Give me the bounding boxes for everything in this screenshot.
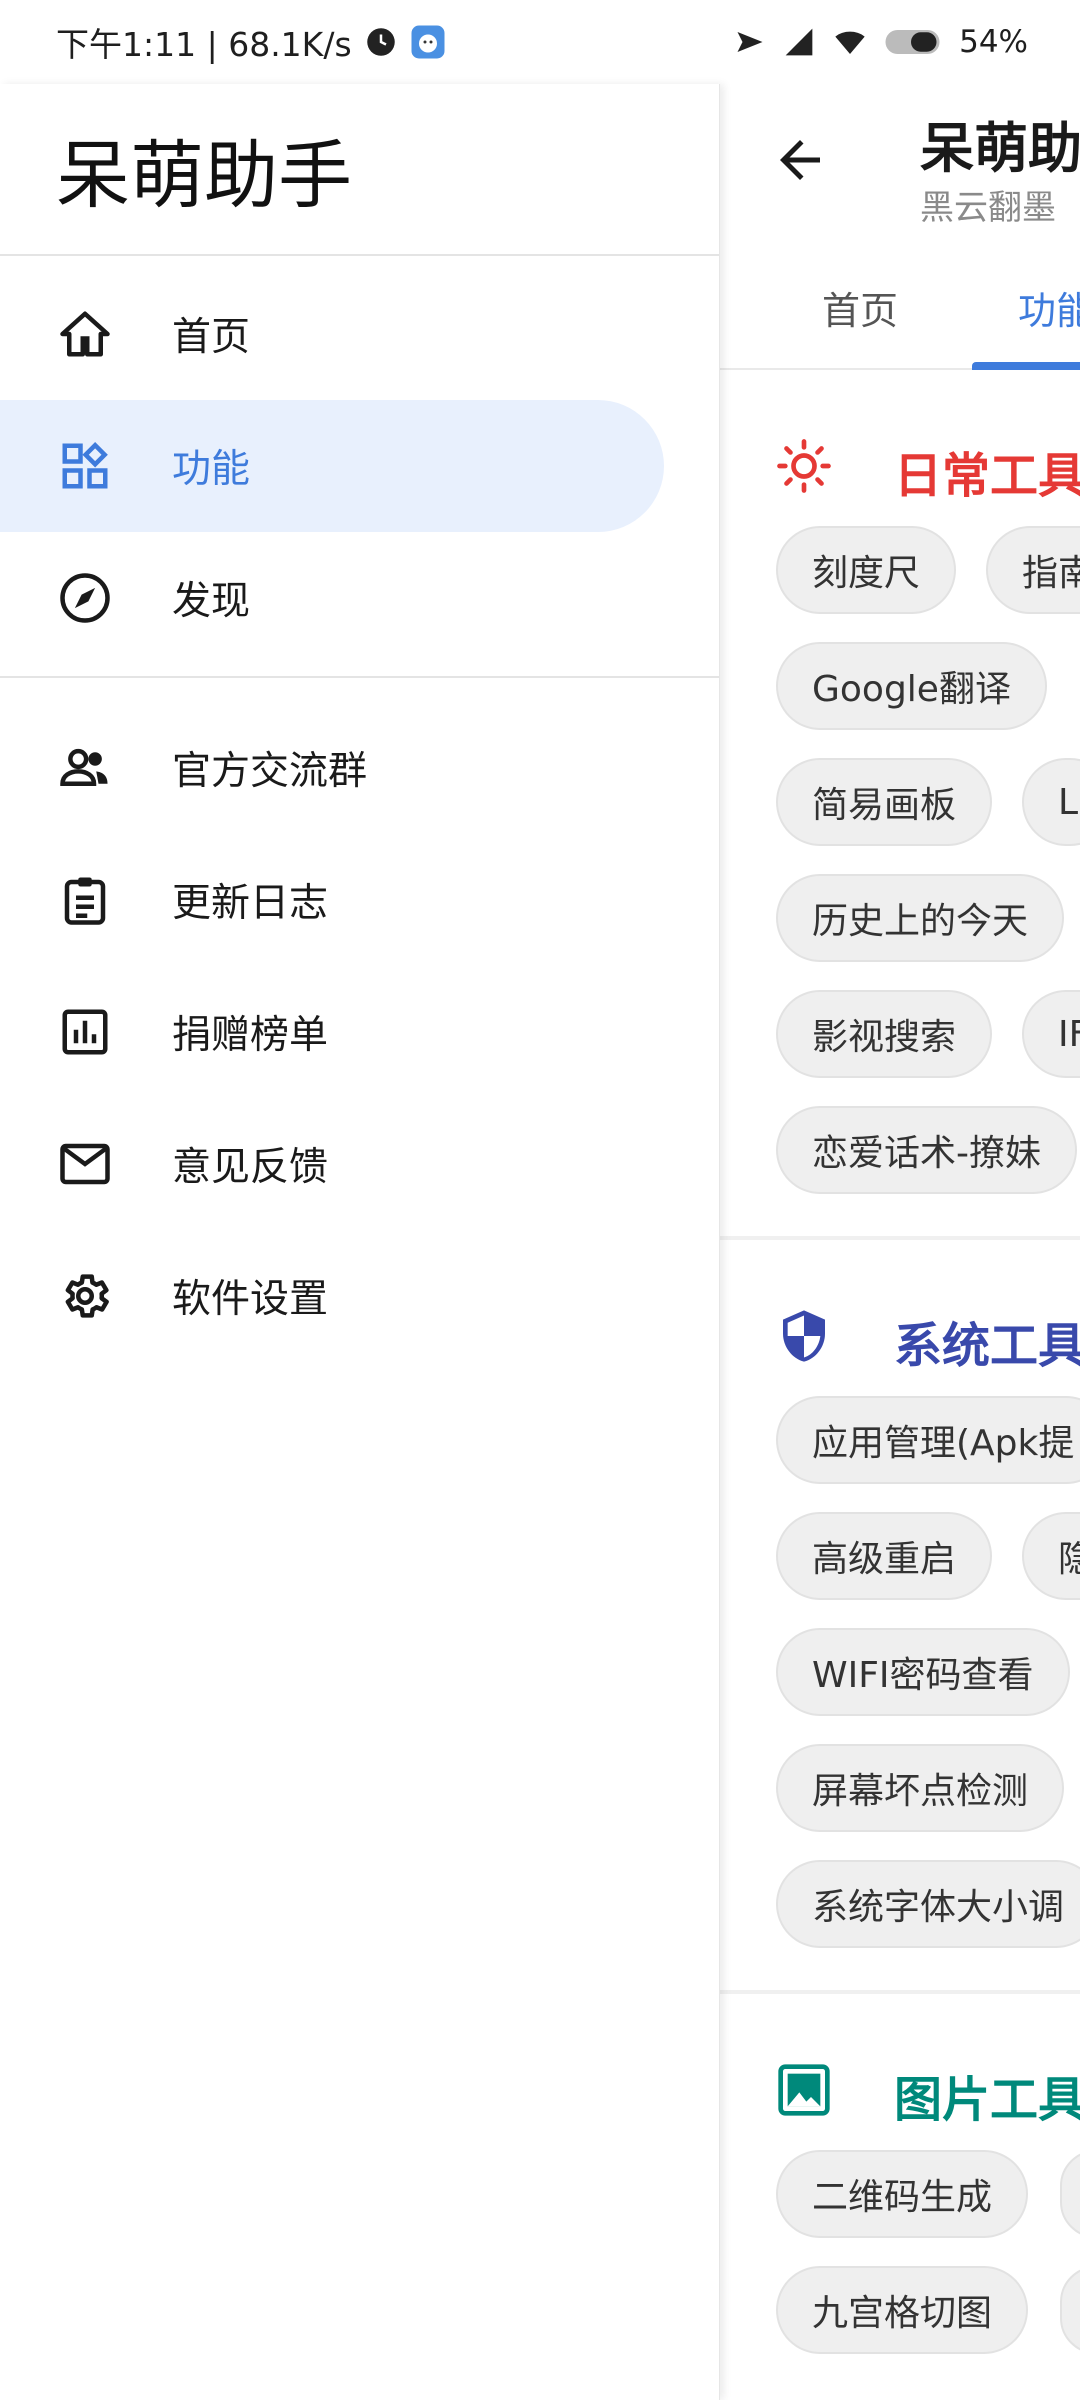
screen-title: 呆萌助 — [920, 117, 1080, 180]
apps-grid-icon — [58, 439, 112, 493]
nav-item-label: 功能 — [172, 447, 251, 492]
wifi-icon — [831, 26, 869, 58]
nav-item-donation-list[interactable]: 捐赠榜单 — [0, 966, 719, 1098]
people-icon — [58, 741, 112, 795]
gear-icon — [58, 1269, 112, 1323]
tool-chip[interactable]: 影视搜索 — [776, 990, 993, 1078]
tool-chip[interactable]: 指南 — [986, 526, 1080, 614]
tool-chip[interactable]: 应用管理(Apk提 — [776, 1396, 1080, 1484]
tab-features[interactable]: 功能 — [1018, 280, 1080, 335]
status-left: 下午1:11 | 68.1K/s — [56, 18, 446, 66]
tool-chip[interactable]: 隐 — [1022, 1512, 1080, 1600]
chip-row: 简易画板 L — [720, 748, 1080, 864]
tool-chip[interactable]: 恋爱话术-撩妹 — [776, 1106, 1077, 1194]
tool-chip[interactable]: L — [1022, 758, 1080, 846]
tool-chip[interactable]: IF — [1022, 990, 1080, 1078]
clock-icon — [366, 27, 396, 57]
chip-row: 刻度尺 指南 — [720, 516, 1080, 632]
nav-item-label: 捐赠榜单 — [172, 1013, 329, 1058]
status-bar: 下午1:11 | 68.1K/s 54% — [0, 0, 1080, 84]
section-title: 图片工具 — [894, 2072, 1080, 2128]
tab-bar: 首页 功能 — [720, 254, 1080, 370]
app-bar: 呆萌助 黑云翻墨 — [720, 84, 1080, 254]
tool-chip[interactable] — [1060, 2266, 1080, 2354]
tool-chip[interactable]: 历史上的今天 — [776, 874, 1065, 962]
battery-percent: 54% — [959, 24, 1028, 60]
section-daily-tools: 日常工具 刻度尺 指南 Google翻译 简易画板 L 历史上的今天 影视搜索 … — [720, 406, 1080, 1240]
signal-icon — [781, 26, 817, 58]
location-arrow-icon — [733, 27, 767, 57]
section-image-tools: 图片工具 二维码生成 九宫格切图 — [720, 2030, 1080, 2372]
tool-chip[interactable]: 刻度尺 — [776, 526, 957, 614]
nav-item-home[interactable]: 首页 — [0, 268, 719, 400]
chip-row: 恋爱话术-撩妹 — [720, 1096, 1080, 1212]
chip-row: 历史上的今天 — [720, 864, 1080, 980]
nav-item-label: 首页 — [172, 315, 251, 360]
mail-icon — [58, 1137, 112, 1191]
app-notification-icon — [410, 24, 446, 60]
secondary-nav: 官方交流群 更新日志 捐赠榜单 意见反馈 软件设置 — [0, 678, 719, 1374]
compass-icon — [58, 571, 112, 625]
status-time-speed: 下午1:11 | 68.1K/s — [56, 25, 352, 64]
chip-row: 屏幕坏点检测 — [720, 1734, 1080, 1850]
sun-icon — [776, 438, 832, 494]
nav-item-label: 意见反馈 — [172, 1145, 329, 1190]
tool-chip[interactable]: 系统字体大小调 — [776, 1860, 1080, 1948]
chip-row: 系统字体大小调 — [720, 1850, 1080, 1966]
section-title: 日常工具 — [894, 448, 1080, 504]
shield-icon — [776, 1308, 832, 1364]
tool-chip[interactable] — [1060, 2150, 1080, 2238]
home-icon — [58, 307, 112, 361]
back-button[interactable] — [770, 130, 830, 190]
section-header: 日常工具 — [720, 406, 1080, 516]
tool-chip[interactable]: 九宫格切图 — [776, 2266, 1029, 2354]
chip-row: WIFI密码查看 — [720, 1618, 1080, 1734]
chip-row: 高级重启 隐 — [720, 1502, 1080, 1618]
bar-chart-icon — [58, 1005, 112, 1059]
nav-item-label: 软件设置 — [172, 1277, 329, 1322]
primary-nav: 首页 功能 发现 — [0, 256, 719, 676]
section-title: 系统工具 — [894, 1318, 1080, 1374]
section-header: 系统工具 — [720, 1276, 1080, 1386]
status-right: 54% — [733, 24, 1028, 60]
tool-chip[interactable]: 高级重启 — [776, 1512, 993, 1600]
nav-item-feedback[interactable]: 意见反馈 — [0, 1098, 719, 1230]
nav-item-changelog[interactable]: 更新日志 — [0, 834, 719, 966]
tool-chip[interactable]: 屏幕坏点检测 — [776, 1744, 1065, 1832]
chip-row: 应用管理(Apk提 — [720, 1386, 1080, 1502]
image-icon — [776, 2062, 832, 2118]
chip-row: 二维码生成 — [720, 2140, 1080, 2256]
tab-indicator — [972, 362, 1080, 370]
background-screen: 呆萌助 黑云翻墨 首页 功能 日常工具 刻度尺 指南 Google翻译 简易画板… — [720, 84, 1080, 2400]
chip-row: Google翻译 — [720, 632, 1080, 748]
drawer-app-title: 呆萌助手 — [56, 132, 352, 219]
chip-row: 九宫格切图 — [720, 2256, 1080, 2372]
navigation-drawer: 呆萌助手 首页 功能 发现 官方交流群 更新日志 捐赠榜单 意见反馈 软件设置 — [0, 84, 720, 2400]
tool-chip[interactable]: 简易画板 — [776, 758, 993, 846]
battery-icon — [883, 27, 945, 57]
screen-subtitle: 黑云翻墨 — [920, 188, 1056, 228]
nav-item-discover[interactable]: 发现 — [0, 532, 719, 664]
chip-row: 影视搜索 IF — [720, 980, 1080, 1096]
tool-chip[interactable]: 二维码生成 — [776, 2150, 1029, 2238]
nav-item-label: 发现 — [172, 579, 251, 624]
clipboard-icon — [58, 873, 112, 927]
section-system-tools: 系统工具 应用管理(Apk提 高级重启 隐 WIFI密码查看 屏幕坏点检测 系统… — [720, 1276, 1080, 1994]
section-header: 图片工具 — [720, 2030, 1080, 2140]
tool-chip[interactable]: WIFI密码查看 — [776, 1628, 1070, 1716]
nav-item-official-group[interactable]: 官方交流群 — [0, 702, 719, 834]
tab-home[interactable]: 首页 — [822, 280, 898, 335]
nav-item-label: 更新日志 — [172, 881, 329, 926]
nav-item-label: 官方交流群 — [172, 749, 368, 794]
nav-item-features[interactable]: 功能 — [0, 400, 664, 532]
nav-item-settings[interactable]: 软件设置 — [0, 1230, 719, 1362]
tool-chip[interactable]: Google翻译 — [776, 642, 1047, 730]
back-arrow-icon — [780, 140, 820, 180]
